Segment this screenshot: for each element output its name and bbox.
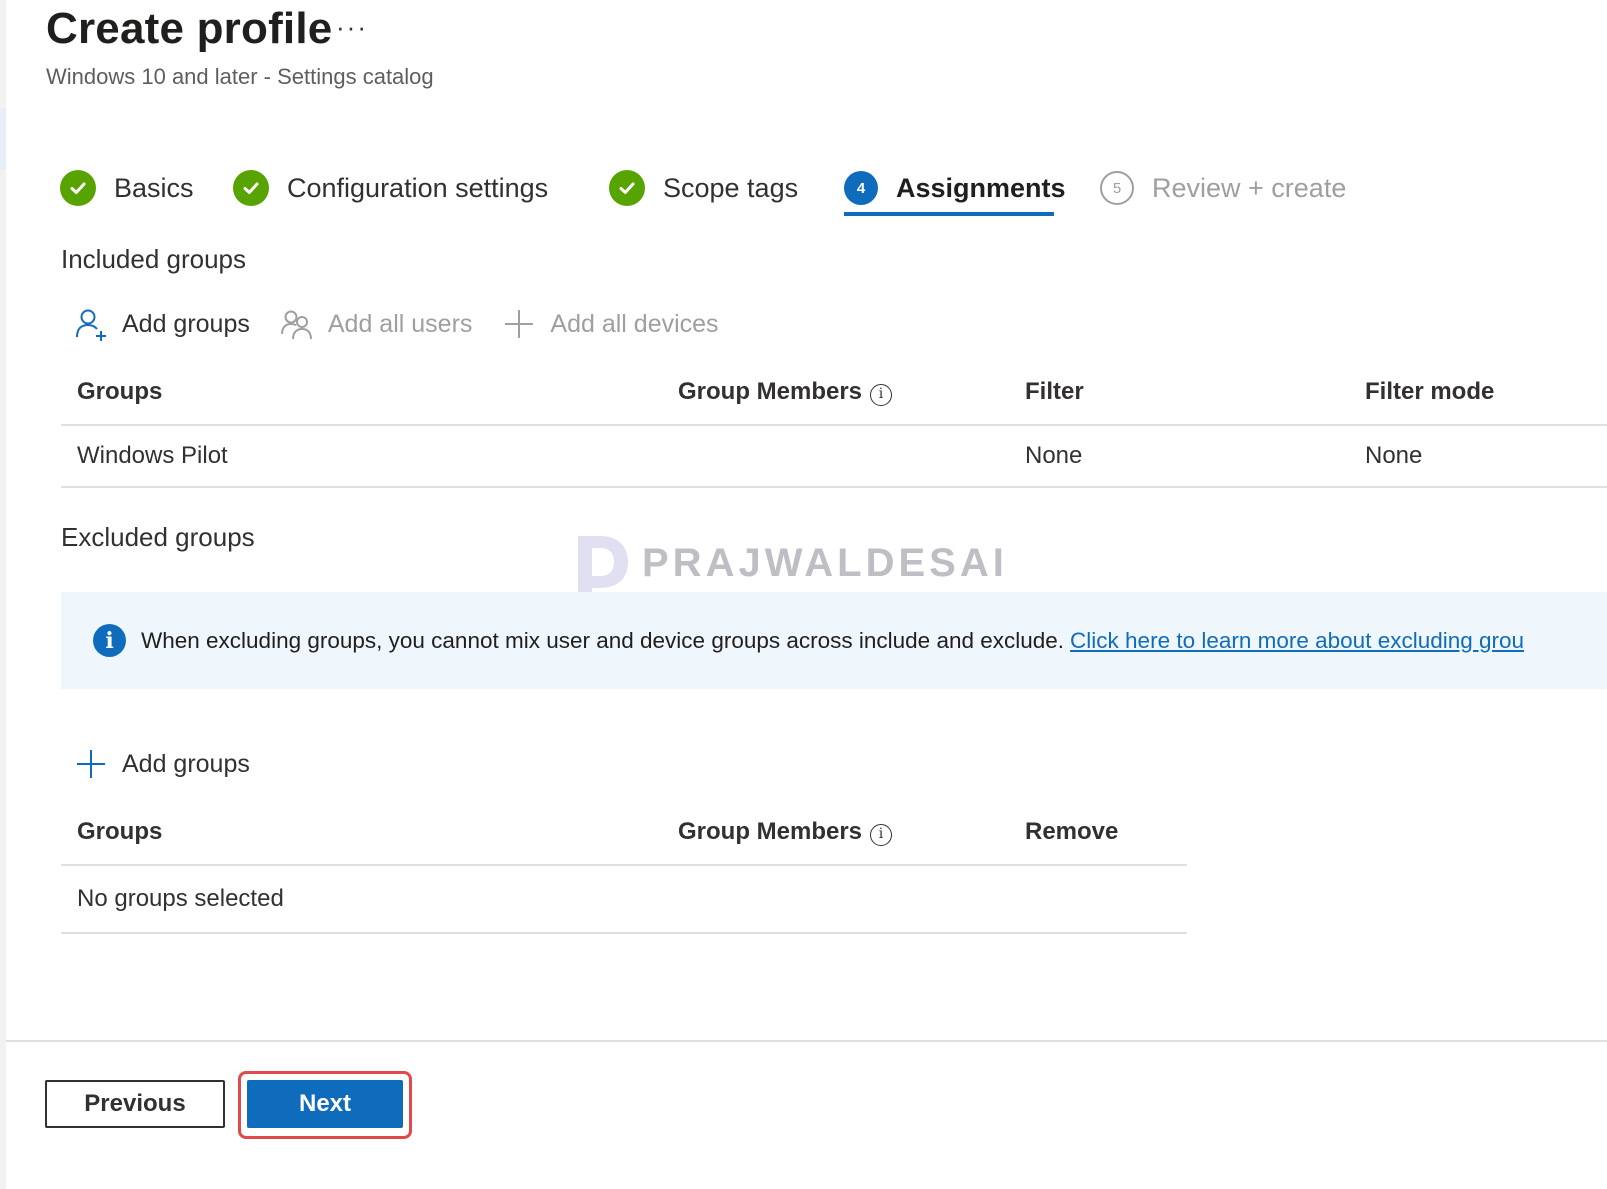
previous-button[interactable]: Previous: [45, 1080, 225, 1128]
step-label: Assignments: [896, 172, 1066, 203]
page-header: Create profile: [46, 4, 332, 54]
step-basics[interactable]: Basics: [60, 160, 194, 216]
people-icon: [280, 307, 314, 341]
left-rail: [0, 0, 6, 1189]
add-groups-button[interactable]: Add groups: [74, 307, 250, 341]
column-header-remove: Remove: [1009, 799, 1187, 866]
page-subtitle: Windows 10 and later - Settings catalog: [46, 64, 434, 89]
step-label: Configuration settings: [287, 172, 549, 203]
page-title: Create profile: [46, 4, 333, 53]
step-number-badge: 4: [844, 171, 878, 205]
step-scope-tags[interactable]: Scope tags: [609, 160, 798, 216]
add-groups-label: Add groups: [122, 309, 250, 338]
more-options-button[interactable]: ···: [336, 12, 368, 43]
included-groups-table: Groups Group Members i Filter Filter mode…: [61, 359, 1607, 488]
active-step-indicator: [844, 212, 1054, 216]
check-circle-icon: [60, 170, 96, 206]
empty-state-cell: No groups selected: [61, 865, 1187, 934]
next-button[interactable]: Next: [247, 1080, 403, 1128]
plus-icon: [74, 747, 108, 781]
add-excluded-groups-button[interactable]: Add groups: [74, 747, 250, 781]
plus-icon: [502, 307, 536, 341]
add-groups-label: Add groups: [122, 749, 250, 778]
table-header-row: Groups Group Members i Remove: [61, 799, 1187, 866]
excluded-groups-title: Excluded groups: [61, 522, 255, 552]
table-row[interactable]: Windows Pilot None None: [61, 425, 1607, 488]
footer-divider: [6, 1040, 1607, 1042]
step-number-badge: 5: [1100, 171, 1134, 205]
check-circle-icon: [233, 170, 269, 206]
step-label: Basics: [114, 172, 194, 203]
column-header-label: Group Members: [678, 377, 863, 405]
step-configuration-settings[interactable]: Configuration settings: [233, 160, 548, 216]
info-icon[interactable]: i: [870, 823, 893, 846]
step-label: Review + create: [1152, 172, 1347, 203]
info-banner: i When excluding groups, you cannot mix …: [61, 592, 1607, 689]
group-name-cell: Windows Pilot: [61, 425, 662, 488]
column-header-filter[interactable]: Filter: [1009, 359, 1349, 426]
info-icon: i: [93, 624, 126, 657]
group-members-cell: [662, 425, 1009, 488]
add-all-users-button[interactable]: Add all users: [280, 307, 473, 341]
add-all-devices-label: Add all devices: [550, 309, 719, 338]
left-rail-marker: [0, 108, 6, 170]
filter-cell: None: [1009, 425, 1349, 488]
column-header-groups[interactable]: Groups: [61, 359, 662, 426]
learn-more-link[interactable]: Click here to learn more about excluding…: [1070, 628, 1524, 653]
watermark-logo: [578, 536, 628, 594]
table-header-row: Groups Group Members i Filter Filter mode: [61, 359, 1607, 426]
add-all-users-label: Add all users: [327, 309, 473, 338]
table-row: No groups selected: [61, 865, 1187, 934]
info-banner-text: When excluding groups, you cannot mix us…: [141, 628, 1524, 654]
step-review-create[interactable]: 5 Review + create: [1100, 160, 1346, 216]
included-groups-title: Included groups: [61, 244, 247, 274]
add-all-devices-button[interactable]: Add all devices: [502, 307, 719, 341]
step-label: Scope tags: [663, 172, 799, 203]
filter-mode-cell: None: [1349, 425, 1607, 488]
excluded-command-bar: Add groups: [74, 742, 280, 786]
add-person-icon: [74, 307, 108, 341]
column-header-label: Group Members: [678, 817, 863, 845]
column-header-group-members[interactable]: Group Members i: [662, 799, 1009, 866]
column-header-groups[interactable]: Groups: [61, 799, 662, 866]
wizard-steps: Basics Configuration settings Scope tags…: [60, 160, 1560, 222]
watermark: PRAJWALDESAI: [572, 532, 1008, 594]
info-icon[interactable]: i: [870, 383, 893, 406]
column-header-group-members[interactable]: Group Members i: [662, 359, 1009, 426]
column-header-filter-mode[interactable]: Filter mode: [1349, 359, 1607, 426]
included-command-bar: Add groups Add all users Add all devices: [74, 302, 749, 346]
check-circle-icon: [609, 170, 645, 206]
watermark-text: PRAJWALDESAI: [642, 540, 1008, 585]
info-message: When excluding groups, you cannot mix us…: [141, 627, 1065, 653]
excluded-groups-table: Groups Group Members i Remove No groups s…: [61, 799, 1187, 934]
step-assignments[interactable]: 4 Assignments: [844, 160, 1066, 216]
